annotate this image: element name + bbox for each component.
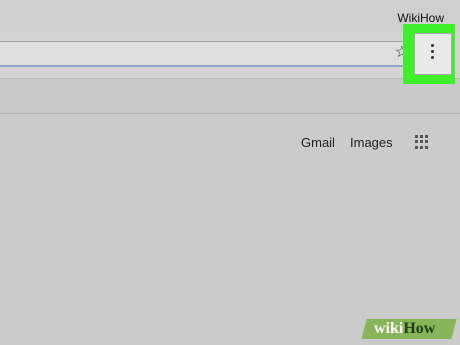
gmail-link[interactable]: Gmail [301, 135, 335, 150]
address-bar[interactable]: ☆ [0, 41, 414, 67]
watermark-wiki: wiki [374, 320, 404, 337]
browser-title-bar: WikiHow [0, 0, 460, 32]
profile-name[interactable]: WikiHow [397, 11, 444, 25]
wikihow-watermark: wikiHow [361, 315, 457, 341]
apps-grid-icon[interactable] [415, 135, 429, 149]
images-link[interactable]: Images [350, 135, 393, 150]
watermark-how: How [403, 320, 436, 337]
kebab-menu-icon [431, 44, 435, 64]
browser-menu-button[interactable] [414, 33, 452, 75]
watermark-logo: wikiHow [374, 320, 435, 338]
browser-toolbar: ☆ [0, 32, 460, 79]
